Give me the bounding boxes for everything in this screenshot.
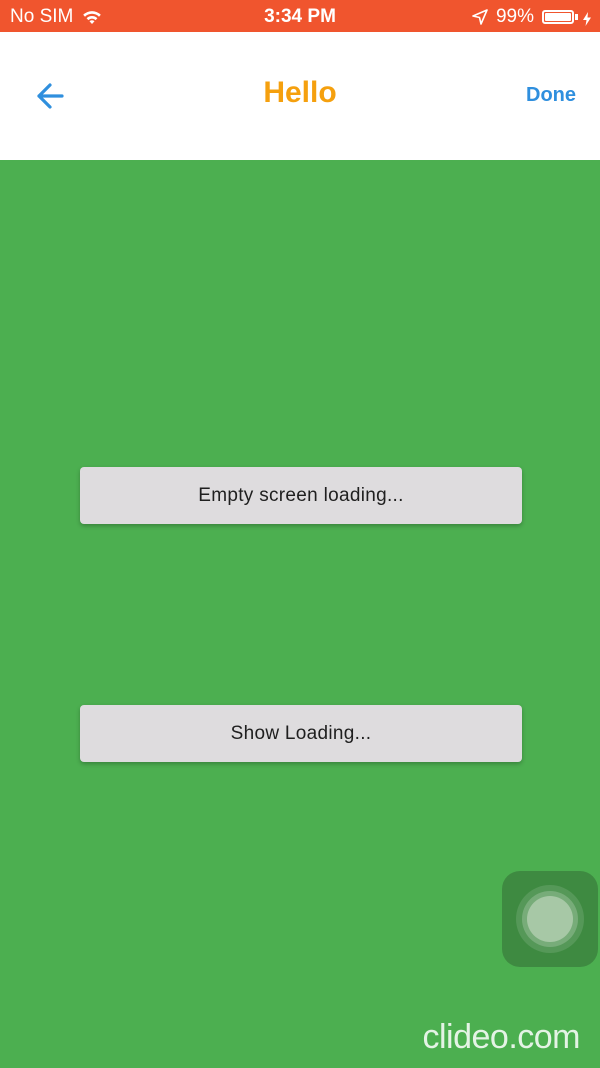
assistive-touch-core (527, 896, 573, 942)
page-title: Hello (263, 76, 337, 109)
status-bar: No SIM 3:34 PM 99% (0, 0, 600, 32)
charging-icon (582, 10, 592, 26)
assistive-touch-icon[interactable] (502, 871, 598, 967)
location-icon (472, 9, 488, 25)
watermark: clideo.com (422, 1018, 580, 1056)
battery-icon (542, 10, 574, 24)
done-button[interactable]: Done (526, 84, 576, 107)
navigation-bar: Hello Done (0, 32, 600, 160)
status-right: 99% (472, 6, 592, 28)
battery-tip (575, 14, 578, 20)
battery-level-fill (545, 13, 571, 21)
empty-screen-loading-button[interactable]: Empty screen loading... (80, 467, 522, 524)
show-loading-button[interactable]: Show Loading... (80, 705, 522, 762)
battery-percent: 99% (495, 6, 534, 27)
